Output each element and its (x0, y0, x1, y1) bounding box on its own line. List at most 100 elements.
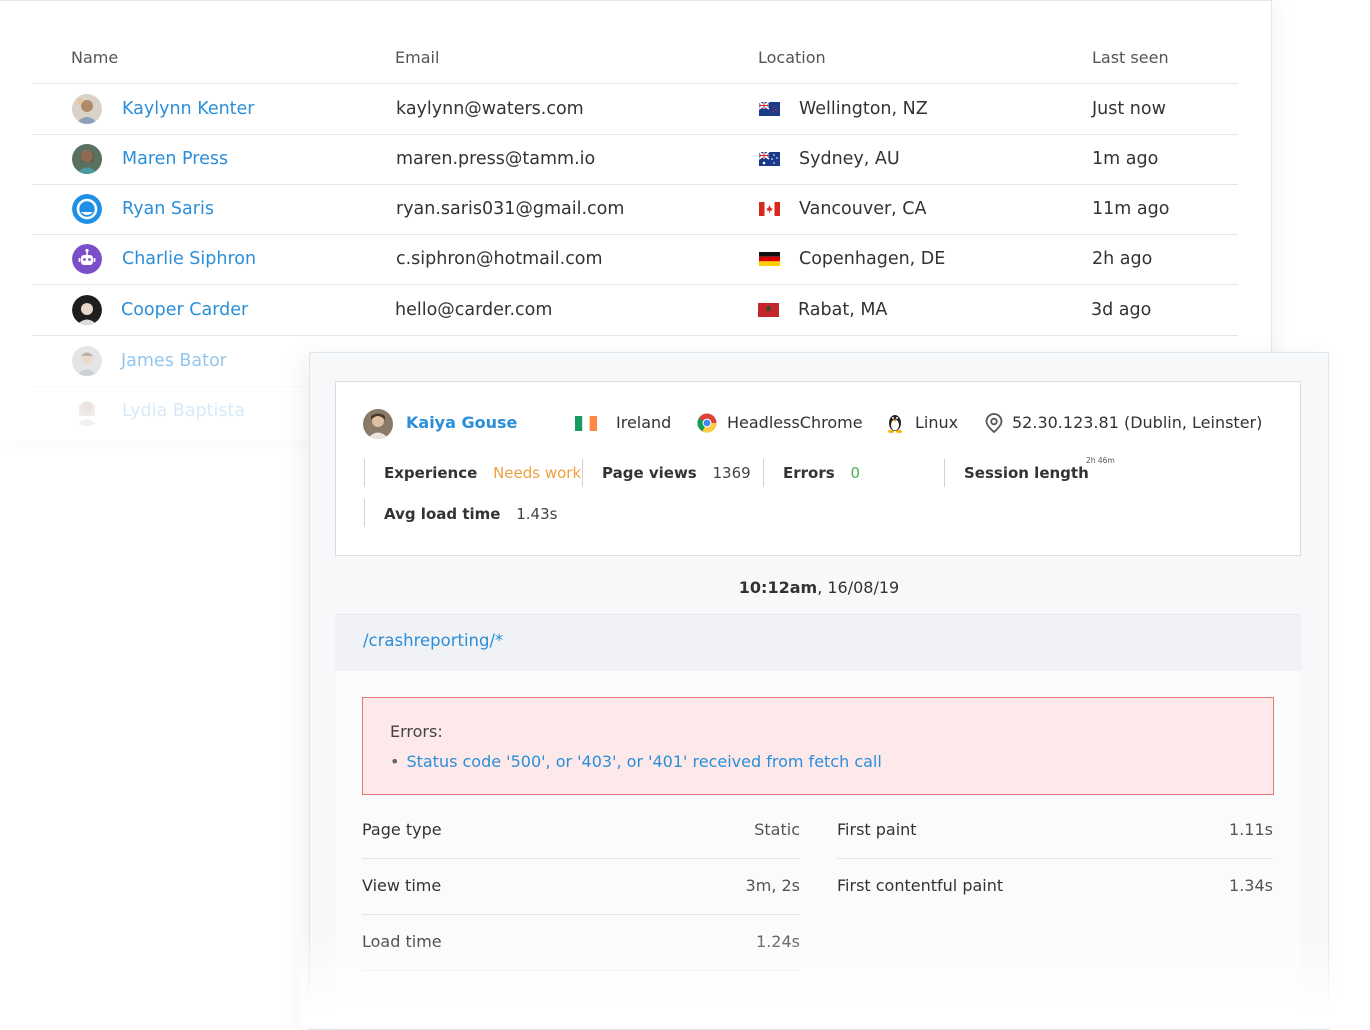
user-name-link[interactable]: Kaylynn Kenter (122, 84, 255, 134)
user-last-seen: Just now (1092, 99, 1166, 119)
detail-label: View time (362, 876, 442, 895)
user-location: Rabat, MA (798, 300, 888, 320)
detail-row-page-type: Page type Static (362, 802, 800, 859)
metric-label: Session length (964, 464, 1089, 482)
user-last-seen: 3d ago (1091, 300, 1152, 320)
user-location: Wellington, NZ (799, 99, 928, 119)
error-link[interactable]: Status code '500', or '403', or '401' re… (406, 752, 881, 771)
linux-penguin-icon (887, 415, 903, 433)
user-email: c.siphron@hotmail.com (396, 249, 603, 269)
detail-label: First paint (837, 820, 917, 839)
user-location: Vancouver, CA (799, 199, 927, 219)
chrome-browser-icon (697, 413, 717, 433)
timestamp-date: , 16/08/19 (817, 578, 900, 597)
detail-row-first-paint: First paint 1.11s (837, 802, 1273, 859)
user-last-seen: 2h ago (1092, 249, 1153, 269)
metric-page-views: Page views 1369 (602, 464, 751, 482)
detail-value: 3m, 2s (745, 876, 800, 895)
column-header-email[interactable]: Email (395, 48, 439, 67)
user-location: Copenhagen, DE (799, 249, 946, 269)
session-browser: HeadlessChrome (727, 413, 863, 432)
error-list-item[interactable]: • Status code '500', or '403', or '401' r… (390, 752, 882, 771)
user-email: ryan.saris031@gmail.com (396, 199, 625, 219)
detail-label: Page type (362, 820, 442, 839)
bullet-icon: • (390, 752, 400, 771)
detail-value: 1.24s (756, 932, 800, 951)
user-last-seen: 11m ago (1092, 199, 1170, 219)
user-name-link[interactable]: Charlie Siphron (122, 234, 256, 284)
session-ip-location: 52.30.123.81 (Dublin, Leinster) (1012, 413, 1263, 432)
flag-ca-icon (759, 202, 780, 216)
column-header-last-seen[interactable]: Last seen (1092, 48, 1169, 67)
user-location: Sydney, AU (799, 149, 900, 169)
user-name-link[interactable]: Cooper Carder (121, 285, 248, 335)
session-country: Ireland (616, 413, 672, 432)
flag-ie-icon (575, 416, 597, 431)
avatar (363, 409, 393, 439)
user-name-link[interactable]: Maren Press (122, 134, 228, 184)
detail-label: Load time (362, 932, 442, 951)
metric-label: Errors (783, 464, 835, 482)
timestamp-time: 10:12am (738, 578, 818, 597)
detail-value: Static (754, 820, 800, 839)
avatar (72, 144, 102, 174)
avatar (72, 244, 102, 274)
column-header-location[interactable]: Location (758, 48, 826, 67)
page-url-link[interactable]: /crashreporting/* (363, 631, 503, 650)
errors-alert-box: Errors: • Status code '500', or '403', or… (362, 697, 1274, 795)
detail-row-load-time: Load time 1.24s (362, 914, 800, 971)
session-length-value: 2h 46m (1086, 456, 1115, 465)
session-os: Linux (915, 413, 959, 432)
avatar (72, 346, 102, 376)
metric-value: 0 (850, 464, 861, 482)
avatar (72, 295, 102, 325)
metric-label: Avg load time (384, 505, 501, 523)
avatar (72, 396, 102, 426)
avatar (72, 94, 102, 124)
user-email: hello@carder.com (395, 300, 553, 320)
metric-divider (582, 459, 583, 487)
table-row[interactable]: Kaylynn Kenter kaylynn@waters.com Wellin… (32, 84, 1238, 135)
metric-errors: Errors 0 (783, 464, 860, 482)
detail-row-view-time: View time 3m, 2s (362, 858, 800, 915)
table-row[interactable]: Cooper Carder hello@carder.com Rabat, MA… (32, 285, 1238, 336)
page-view-timestamp: 10:12am, 16/08/19 (310, 578, 1328, 597)
metric-experience: Experience Needs work (384, 464, 581, 482)
user-name-link[interactable]: James Bator (121, 336, 227, 386)
session-detail-panel: Kaiya Gouse Ireland HeadlessChrome Linux… (309, 352, 1329, 1030)
metric-avg-load-time: Avg load time 1.43s (384, 505, 557, 523)
metric-value: 1.43s (516, 505, 558, 523)
page-view-details: Errors: • Status code '500', or '403', or… (335, 671, 1301, 1029)
detail-row-first-contentful-paint: First contentful paint 1.34s (837, 858, 1273, 914)
detail-value: 1.34s (1229, 876, 1273, 895)
location-pin-icon (985, 413, 1003, 433)
table-row[interactable]: Charlie Siphron c.siphron@hotmail.com Co… (32, 234, 1238, 285)
metric-divider (944, 459, 945, 487)
avatar (72, 194, 102, 224)
detail-label: First contentful paint (837, 876, 1004, 895)
experience-status-badge: Needs work (493, 464, 582, 482)
metric-divider (763, 459, 764, 487)
user-email: kaylynn@waters.com (396, 99, 584, 119)
flag-au-icon (759, 152, 780, 166)
metric-value: 1369 (712, 464, 751, 482)
user-last-seen: 1m ago (1092, 149, 1159, 169)
errors-title: Errors: (390, 722, 443, 741)
metric-label: Page views (602, 464, 697, 482)
user-email: maren.press@tamm.io (396, 149, 596, 169)
user-name-link[interactable]: Ryan Saris (122, 184, 214, 234)
metric-divider (364, 459, 365, 487)
metric-label: Experience (384, 464, 478, 482)
session-user-link[interactable]: Kaiya Gouse (406, 413, 517, 432)
flag-de-icon (759, 252, 780, 266)
column-header-name[interactable]: Name (71, 48, 118, 67)
table-row[interactable]: Ryan Saris ryan.saris031@gmail.com Vanco… (32, 184, 1238, 235)
flag-ma-icon (758, 303, 779, 317)
detail-value: 1.11s (1229, 820, 1273, 839)
table-row[interactable]: Maren Press maren.press@tamm.io Sydney, … (32, 134, 1238, 185)
page-url-bar[interactable]: /crashreporting/* (335, 614, 1301, 671)
metric-divider (364, 499, 365, 527)
flag-nz-icon (759, 102, 780, 116)
user-name-link[interactable]: Lydia Baptista (122, 386, 245, 436)
session-summary-card: Kaiya Gouse Ireland HeadlessChrome Linux… (335, 381, 1301, 556)
